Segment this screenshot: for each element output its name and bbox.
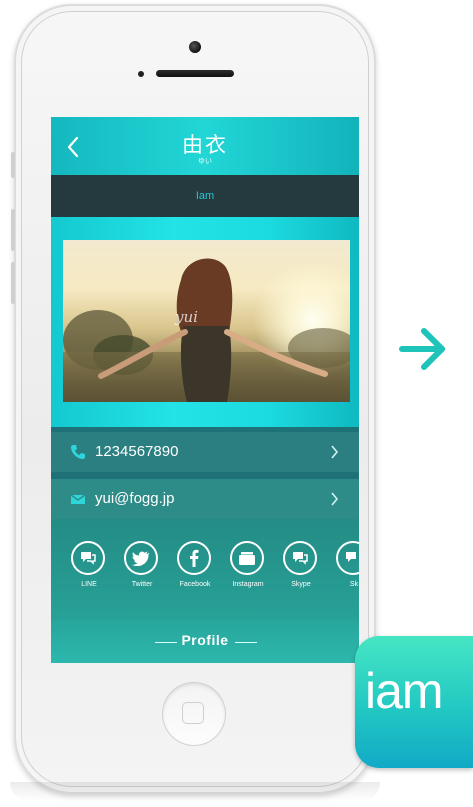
- twitter-icon: [124, 541, 158, 575]
- social-label: Sk: [349, 581, 359, 588]
- phone-device: 由衣 ゆい Iam yui 1234567890 yui@fogg.jp LIN…: [10, 4, 380, 802]
- app-icon[interactable]: iam: [355, 636, 473, 768]
- chevron-right-icon: [331, 492, 339, 506]
- contact-name-title: 由衣: [182, 134, 228, 157]
- email-row[interactable]: yui@fogg.jp: [51, 479, 359, 519]
- line-icon: [71, 541, 105, 575]
- social-skype-button[interactable]: Skype: [281, 541, 321, 601]
- row-divider: [51, 472, 359, 479]
- social-twitter-button[interactable]: Twitter: [122, 541, 162, 601]
- nav-bar: 由衣 ゆい: [51, 117, 359, 175]
- app-icon-label: iam: [365, 663, 444, 719]
- front-camera: [189, 41, 201, 53]
- profile-section-header: Profile: [51, 619, 359, 663]
- home-button[interactable]: [162, 682, 226, 746]
- skype-icon: [336, 541, 359, 575]
- photo-signature: yui: [175, 308, 198, 326]
- woman-figure: [98, 258, 328, 402]
- social-facebook-button[interactable]: Facebook: [175, 541, 215, 601]
- sub-header-label: Iam: [195, 190, 215, 202]
- mail-icon: [70, 494, 86, 504]
- divider-line: [235, 642, 257, 643]
- phone-row[interactable]: 1234567890: [51, 432, 359, 472]
- arrow-right-icon: [399, 328, 445, 370]
- phone-screen: 由衣 ゆい Iam yui 1234567890 yui@fogg.jp LIN…: [51, 117, 359, 663]
- proximity-sensor: [138, 71, 144, 77]
- instagram-icon: [230, 541, 264, 575]
- phone-number: 1234567890: [95, 443, 179, 460]
- photo-frame: yui: [51, 217, 359, 427]
- skype-icon: [283, 541, 317, 575]
- sub-header-bar: Iam: [51, 175, 359, 217]
- profile-photo[interactable]: yui: [63, 240, 350, 402]
- volume-down-button: [11, 262, 15, 304]
- chevron-right-icon: [331, 445, 339, 459]
- volume-up-button: [11, 209, 15, 251]
- social-skype-button[interactable]: Sk: [334, 541, 359, 601]
- mute-switch: [11, 152, 15, 178]
- social-links-row: LINE Twitter Facebook Instagram Skype Sk: [51, 519, 359, 619]
- social-line-button[interactable]: LINE: [69, 541, 109, 601]
- email-address: yui@fogg.jp: [95, 490, 175, 507]
- earpiece-speaker: [156, 70, 234, 77]
- facebook-icon: [177, 541, 211, 575]
- social-instagram-button[interactable]: Instagram: [228, 541, 268, 601]
- phone-icon: [71, 445, 85, 459]
- contact-name-reading: ゆい: [198, 158, 212, 165]
- profile-heading: Profile: [181, 632, 229, 648]
